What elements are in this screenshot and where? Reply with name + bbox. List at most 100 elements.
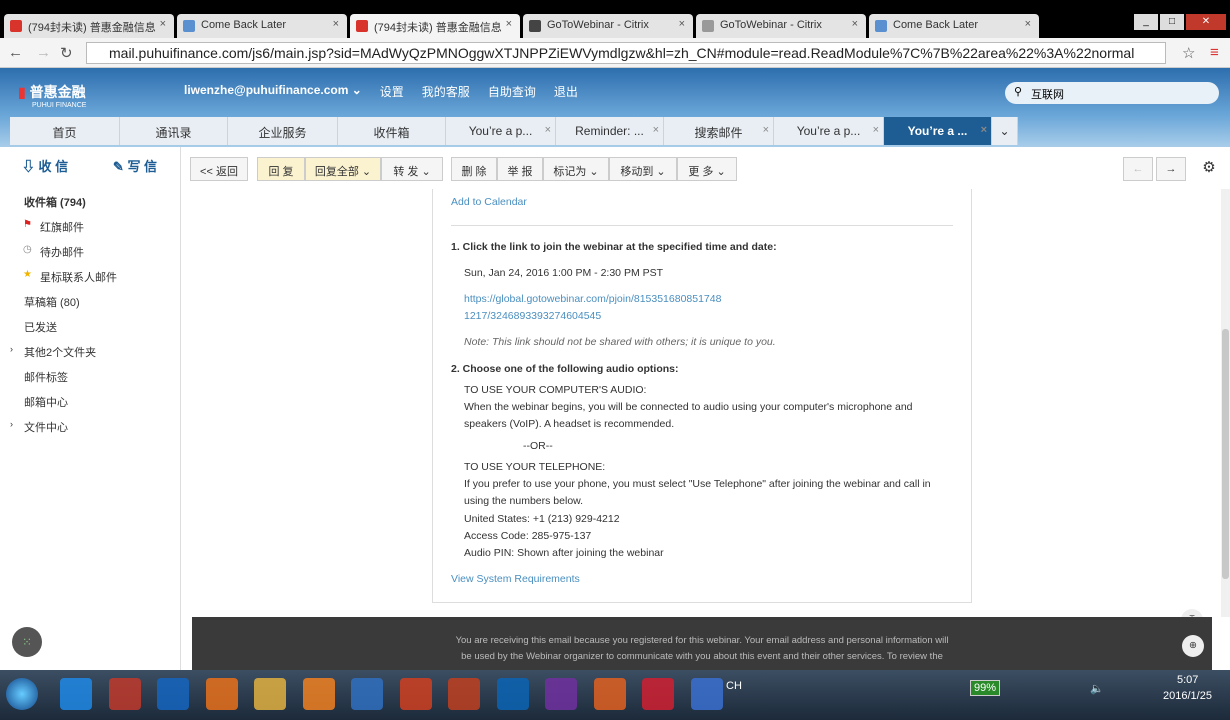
close-tab-icon[interactable]: × xyxy=(160,18,166,30)
mail-tab[interactable]: 通讯录 xyxy=(120,117,228,145)
start-button[interactable] xyxy=(6,678,38,710)
mail-tab[interactable]: 收件箱 xyxy=(338,117,446,145)
close-tab-icon[interactable]: × xyxy=(763,124,769,136)
close-window-button[interactable]: ✕ xyxy=(1186,14,1226,30)
close-tab-icon[interactable]: × xyxy=(852,18,858,30)
folder-item[interactable]: ◷ 待办邮件 xyxy=(0,238,180,263)
qq-icon[interactable] xyxy=(351,678,383,710)
toolbar-button[interactable]: << 返回 xyxy=(190,157,248,181)
zoom-icon[interactable]: ⊕ xyxy=(1182,635,1204,657)
mail-tab[interactable]: 企业服务 xyxy=(228,117,338,145)
uc-browser-icon[interactable] xyxy=(302,678,335,710)
close-tab-icon[interactable]: × xyxy=(333,18,339,30)
expand-icon[interactable]: › xyxy=(10,419,13,429)
add-to-calendar-link[interactable]: Add to Calendar xyxy=(451,196,527,208)
browser-tab[interactable]: (794封未读) 普惠金融信息 × xyxy=(350,14,520,38)
expand-icon[interactable]: › xyxy=(10,344,13,354)
close-tab-icon[interactable]: × xyxy=(1025,18,1031,30)
toolbar-button[interactable]: 移动到 ⌄ xyxy=(609,157,677,181)
toolbar-button[interactable]: 举 报 xyxy=(497,157,543,181)
folder-item[interactable]: ★ 星标联系人邮件 xyxy=(0,263,180,288)
firefox-icon[interactable] xyxy=(205,678,238,710)
folder-item[interactable]: 已发送 xyxy=(0,313,180,338)
toolbar-button[interactable]: 更 多 ⌄ xyxy=(677,157,737,181)
app-icon[interactable] xyxy=(642,678,674,710)
bookmark-star-icon[interactable]: ☆ xyxy=(1182,44,1195,62)
folder-item[interactable]: › 其他2个文件夹 xyxy=(0,338,180,363)
clock-time[interactable]: 5:07 xyxy=(1177,674,1198,686)
search-input[interactable]: ⚲ 互联网 xyxy=(1005,82,1219,104)
folder-item[interactable]: 草稿箱 (80) xyxy=(0,288,180,313)
system-requirements-link[interactable]: View System Requirements xyxy=(451,573,580,585)
search-icon: ⚲ xyxy=(1014,86,1023,98)
apps-icon[interactable]: ⁙ xyxy=(12,627,42,657)
close-tab-icon[interactable]: × xyxy=(981,124,987,136)
scrollbar[interactable] xyxy=(1221,189,1230,617)
button-label: 移动到 xyxy=(620,166,654,178)
mail-tab[interactable]: You’re a p... × xyxy=(774,117,884,145)
menu-icon[interactable]: ≡ xyxy=(1210,44,1219,61)
folder-item[interactable]: ⚑ 红旗邮件 xyxy=(0,213,180,238)
onenote-icon[interactable] xyxy=(545,678,577,710)
powerpoint-icon[interactable] xyxy=(448,678,480,710)
language-indicator[interactable]: CH xyxy=(726,680,742,692)
receive-button[interactable]: ⇩ 收 信 xyxy=(0,147,90,181)
tab-label: You’re a ... xyxy=(907,124,968,138)
user-account-menu[interactable]: liwenzhe@puhuifinance.com ⌄ xyxy=(184,83,362,100)
toolbar-button[interactable]: 转 发 ⌄ xyxy=(381,157,443,181)
mail-tab[interactable]: Reminder: ... × xyxy=(556,117,664,145)
browser-tab[interactable]: (794封未读) 普惠金融信息 × xyxy=(4,14,174,38)
folder-label: 收件箱 (794) xyxy=(24,197,86,209)
chrome-icon[interactable] xyxy=(399,678,432,710)
browser-tab[interactable]: Come Back Later × xyxy=(869,14,1039,38)
battery-indicator[interactable]: 99% xyxy=(970,680,1001,696)
app-icon[interactable] xyxy=(593,678,626,710)
close-tab-icon[interactable]: × xyxy=(545,124,551,136)
volume-icon[interactable]: 🔈 xyxy=(1090,682,1104,695)
k-icon[interactable] xyxy=(157,678,189,710)
mail-tab[interactable]: 搜索邮件 × xyxy=(664,117,774,145)
minimize-button[interactable]: _ xyxy=(1134,14,1158,30)
forward-icon[interactable]: → xyxy=(36,44,51,61)
browser-tab[interactable]: GoToWebinar - Citrix × xyxy=(696,14,866,38)
tabs-dropdown-button[interactable]: ⌄ xyxy=(992,117,1018,145)
header-link[interactable]: 自助查询 xyxy=(488,83,536,100)
toolbar-button[interactable]: 标记为 ⌄ xyxy=(543,157,609,181)
browser-tab[interactable]: GoToWebinar - Citrix × xyxy=(523,14,693,38)
close-tab-icon[interactable]: × xyxy=(506,18,512,30)
app-icon[interactable] xyxy=(690,678,723,710)
mail-tab[interactable]: 首页 xyxy=(10,117,120,145)
toolbar-button[interactable]: 回复全部 ⌄ xyxy=(305,157,381,181)
close-tab-icon[interactable]: × xyxy=(873,124,879,136)
outlook-icon[interactable] xyxy=(496,678,529,710)
app-icon[interactable] xyxy=(108,678,141,710)
header-link[interactable]: 我的客服 xyxy=(422,83,470,100)
back-icon[interactable]: ← xyxy=(8,44,23,61)
mail-tab[interactable]: You’re a p... × xyxy=(446,117,556,145)
next-mail-button[interactable]: → xyxy=(1156,157,1186,181)
explorer-icon[interactable] xyxy=(254,678,286,710)
header-link[interactable]: 退出 xyxy=(554,83,578,100)
compose-button[interactable]: ✎ 写 信 xyxy=(90,147,180,181)
url-input[interactable]: mail.puhuifinance.com/js6/main.jsp?sid=M… xyxy=(86,42,1166,64)
folder-item[interactable]: › 文件中心 xyxy=(0,413,180,438)
reload-icon[interactable]: ↻ xyxy=(60,44,73,62)
prev-mail-button[interactable]: ← xyxy=(1123,157,1153,181)
ie-icon[interactable] xyxy=(60,678,92,710)
folder-item[interactable]: 邮箱中心 xyxy=(0,388,180,413)
toolbar-button[interactable]: 删 除 xyxy=(451,157,497,181)
header-link[interactable]: 设置 xyxy=(380,83,404,100)
folder-item[interactable]: 收件箱 (794) xyxy=(0,188,180,213)
settings-gear-icon[interactable]: ⚙ xyxy=(1196,157,1222,181)
folder-item[interactable]: 邮件标签 xyxy=(0,363,180,388)
close-tab-icon[interactable]: × xyxy=(653,124,659,136)
browser-tab[interactable]: Come Back Later × xyxy=(177,14,347,38)
maximize-button[interactable]: □ xyxy=(1160,14,1184,30)
join-link[interactable]: https://global.gotowebinar.com/pjoin/815… xyxy=(464,293,721,305)
join-link-cont[interactable]: 1217/3246893393274604545 xyxy=(464,310,601,322)
toolbar-button[interactable]: 回 复 xyxy=(257,157,305,181)
close-tab-icon[interactable]: × xyxy=(679,18,685,30)
clock-date[interactable]: 2016/1/25 xyxy=(1163,690,1212,702)
mail-tab[interactable]: You’re a ... × xyxy=(884,117,992,145)
footer-text: You are receiving this email because you… xyxy=(455,635,949,646)
